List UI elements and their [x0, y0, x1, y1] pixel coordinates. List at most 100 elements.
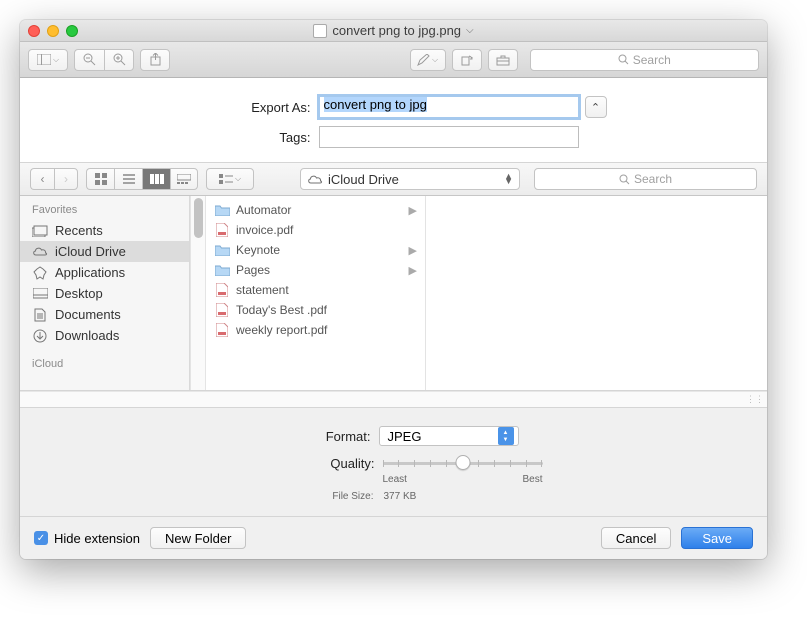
app-toolbar: ⌵ ⌵ Search	[20, 42, 767, 78]
quality-least-label: Least	[383, 474, 407, 485]
quality-best-label: Best	[522, 474, 542, 485]
gallery-view-button[interactable]	[170, 168, 198, 190]
sidebar-item-label: Recents	[55, 223, 103, 238]
recents-icon	[32, 224, 48, 238]
sidebar-item-recents[interactable]: Recents	[20, 220, 189, 241]
cancel-button[interactable]: Cancel	[601, 527, 671, 549]
share-button[interactable]	[140, 49, 170, 71]
sidebar: Favorites Recents iCloud Drive Applicati…	[20, 196, 190, 390]
zoom-out-icon	[83, 53, 96, 66]
file-item[interactable]: Keynote ▶	[206, 240, 425, 260]
inspector-button[interactable]	[488, 49, 518, 71]
file-item[interactable]: weekly report.pdf	[206, 320, 425, 340]
sidebar-item-label: Downloads	[55, 328, 119, 343]
format-popup[interactable]: JPEG ▲▼	[379, 426, 519, 446]
list-view-button[interactable]	[114, 168, 142, 190]
format-options-panel: Format: JPEG ▲▼ Quality: Least Best File…	[20, 407, 767, 516]
minimize-window-button[interactable]	[47, 25, 59, 37]
slider-knob[interactable]	[455, 455, 470, 470]
file-name: Automator	[236, 203, 291, 217]
updown-icon: ▲▼	[504, 174, 513, 184]
pdf-icon	[214, 282, 230, 298]
window-controls	[28, 25, 78, 37]
quality-slider[interactable]	[383, 454, 543, 472]
desktop-icon	[32, 287, 48, 301]
location-popup[interactable]: iCloud Drive ▲▼	[300, 168, 520, 190]
back-button[interactable]: ‹	[30, 168, 54, 190]
zoom-segment	[74, 49, 134, 71]
icon-view-button[interactable]	[86, 168, 114, 190]
horizontal-scrollbar[interactable]: ⋮⋮	[20, 391, 767, 407]
rotate-icon	[460, 54, 474, 66]
sidebar-item-label: Documents	[55, 307, 121, 322]
sidebar-item-documents[interactable]: Documents	[20, 304, 189, 325]
folder-icon	[214, 202, 230, 218]
zoom-out-button[interactable]	[74, 49, 104, 71]
sidebar-toggle-button[interactable]: ⌵	[28, 49, 68, 71]
group-icon	[219, 174, 233, 184]
file-browser: Favorites Recents iCloud Drive Applicati…	[20, 196, 767, 391]
save-button[interactable]: Save	[681, 527, 753, 549]
forward-button[interactable]: ›	[54, 168, 78, 190]
sidebar-item-label: Applications	[55, 265, 125, 280]
file-item[interactable]: Automator ▶	[206, 200, 425, 220]
save-dialog-window: convert png to jpg.png ⌵ ⌵ ⌵ Search Expo…	[20, 20, 767, 559]
search-placeholder: Search	[633, 53, 671, 67]
sidebar-scrollbar[interactable]	[190, 196, 206, 390]
file-item[interactable]: Today's Best .pdf	[206, 300, 425, 320]
browser-search-field[interactable]: Search	[534, 168, 757, 190]
file-column-1: Automator ▶ invoice.pdf Keynote ▶ Pages …	[206, 196, 426, 390]
disclosure-arrow-icon: ▶	[409, 244, 417, 257]
export-filename-input[interactable]: convert png to jpg	[319, 96, 579, 118]
group-by-button[interactable]: ⌵	[206, 168, 254, 190]
title-chevron-icon[interactable]: ⌵	[466, 25, 474, 36]
popup-arrows-icon: ▲▼	[498, 427, 514, 445]
search-icon	[618, 54, 629, 65]
share-icon	[150, 53, 161, 66]
column-view-button[interactable]	[142, 168, 170, 190]
filesize-label: File Size:	[244, 491, 374, 502]
view-mode-segment	[86, 168, 198, 190]
sidebar-item-icloud-drive[interactable]: iCloud Drive	[20, 241, 189, 262]
pdf-icon	[214, 302, 230, 318]
document-proxy-icon[interactable]	[313, 24, 327, 38]
markup-button[interactable]: ⌵	[410, 49, 446, 71]
search-icon	[619, 174, 630, 185]
file-item[interactable]: statement	[206, 280, 425, 300]
zoom-in-button[interactable]	[104, 49, 134, 71]
nav-segment: ‹ ›	[30, 168, 78, 190]
window-title: convert png to jpg.png ⌵	[78, 23, 709, 38]
toolbar-search-field[interactable]: Search	[530, 49, 760, 71]
file-item[interactable]: Pages ▶	[206, 260, 425, 280]
sidebar-item-downloads[interactable]: Downloads	[20, 325, 189, 346]
collapse-button[interactable]: ⌃	[585, 96, 607, 118]
close-window-button[interactable]	[28, 25, 40, 37]
scrollbar-thumb[interactable]	[194, 198, 203, 238]
cloud-icon	[307, 174, 323, 185]
quality-label: Quality:	[245, 456, 375, 471]
export-panel: Export As: convert png to jpg ⌃ Tags:	[20, 78, 767, 162]
sidebar-header-icloud: iCloud	[20, 356, 189, 374]
columns-icon	[150, 174, 164, 184]
new-folder-button[interactable]: New Folder	[150, 527, 246, 549]
tags-field[interactable]	[319, 126, 579, 148]
dialog-bottom-bar: ✓ Hide extension New Folder Cancel Save	[20, 516, 767, 559]
file-name: invoice.pdf	[236, 223, 293, 237]
hide-extension-checkbox[interactable]: ✓ Hide extension	[34, 531, 140, 546]
filename-selection: convert png to jpg	[324, 97, 427, 112]
pdf-icon	[214, 322, 230, 338]
list-icon	[123, 174, 135, 184]
sidebar-item-desktop[interactable]: Desktop	[20, 283, 189, 304]
resize-handle-icon[interactable]: ⋮⋮	[746, 394, 764, 405]
file-item[interactable]: invoice.pdf	[206, 220, 425, 240]
export-as-label: Export As:	[181, 100, 311, 115]
sidebar-item-label: iCloud Drive	[55, 244, 126, 259]
sidebar-item-applications[interactable]: Applications	[20, 262, 189, 283]
file-name: statement	[236, 283, 289, 297]
zoom-in-icon	[113, 53, 126, 66]
rotate-button[interactable]	[452, 49, 482, 71]
checkbox-checked-icon: ✓	[34, 531, 48, 545]
chevron-up-icon: ⌃	[591, 101, 600, 114]
zoom-window-button[interactable]	[66, 25, 78, 37]
format-value: JPEG	[388, 429, 498, 444]
